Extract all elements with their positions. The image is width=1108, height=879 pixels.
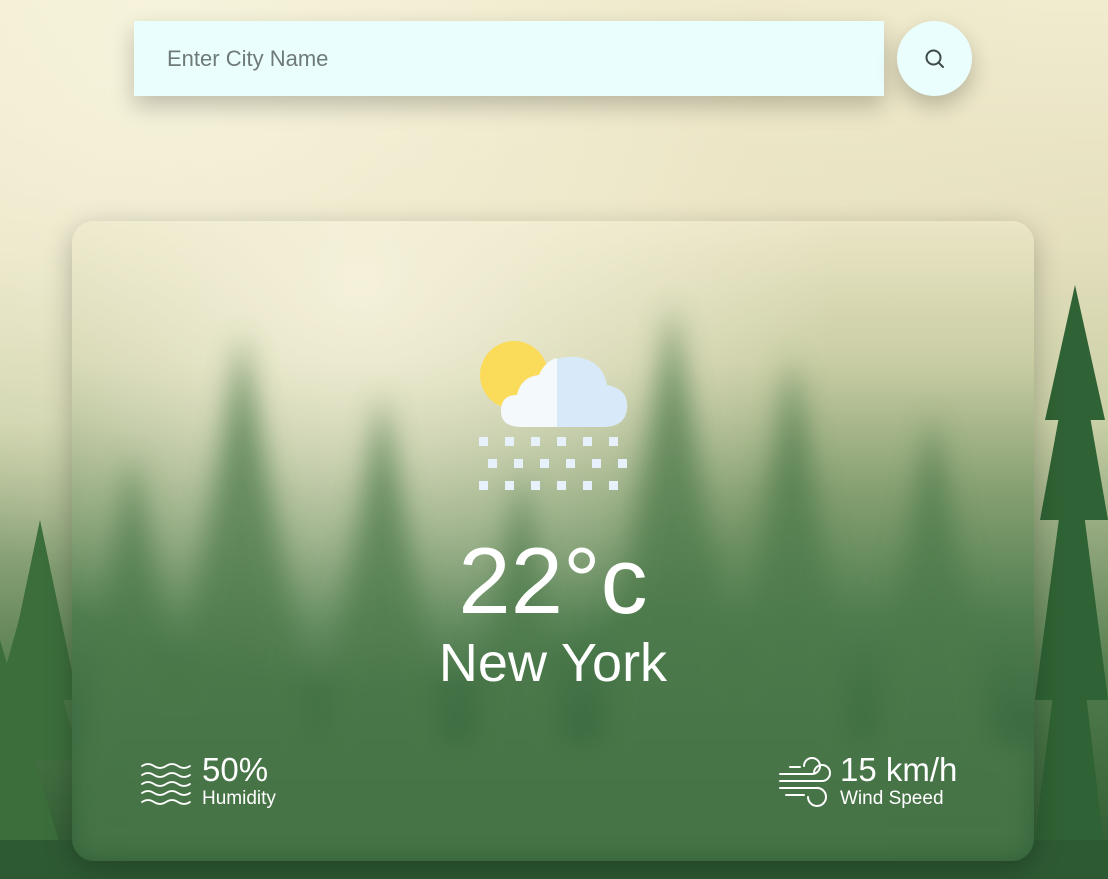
weather-card: 22°c New York 50% Humidity 15 km/h Wind … xyxy=(72,221,1034,861)
search-button[interactable] xyxy=(897,21,972,96)
wind-value: 15 km/h xyxy=(840,751,958,788)
search-icon xyxy=(925,49,944,68)
search-input[interactable] xyxy=(165,44,884,73)
search-bar xyxy=(134,21,884,96)
humidity-value: 50% xyxy=(202,751,269,788)
wind-label: Wind Speed xyxy=(840,788,944,809)
humidity-stat: 50% Humidity xyxy=(140,752,276,810)
wind-text: 15 km/h Wind Speed xyxy=(840,752,957,810)
humidity-label: Humidity xyxy=(202,788,276,809)
humidity-text: 50% Humidity xyxy=(202,752,276,810)
partly-cloudy-snow-icon xyxy=(479,341,628,490)
wind-stat: 15 km/h Wind Speed xyxy=(778,752,957,810)
temperature: 22°c xyxy=(458,528,648,633)
humidity-waves-icon xyxy=(141,763,191,805)
wind-icon xyxy=(779,757,831,807)
city-name: New York xyxy=(438,633,668,693)
